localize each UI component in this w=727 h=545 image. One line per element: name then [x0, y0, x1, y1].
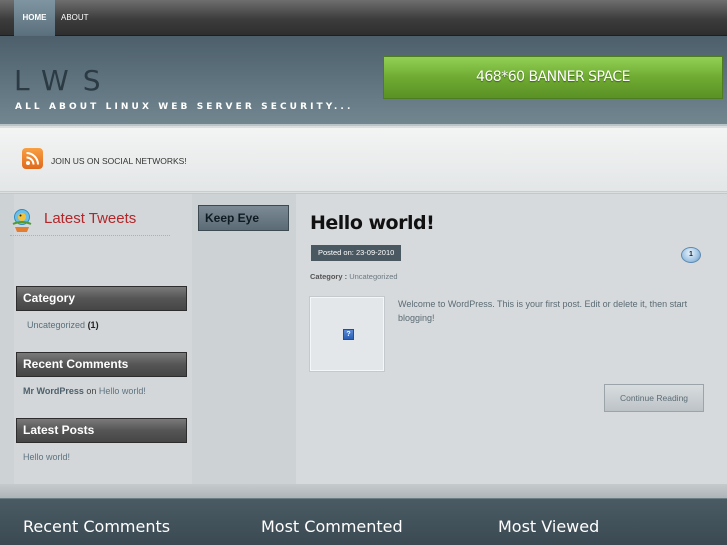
comment-author-link[interactable]: Mr WordPress: [23, 386, 84, 396]
post-category-link[interactable]: Uncategorized: [349, 272, 397, 281]
nav-about-link[interactable]: ABOUT: [61, 0, 89, 36]
footer-recent-comments-heading: Recent Comments: [23, 517, 171, 536]
site-logo[interactable]: LWS: [14, 64, 115, 97]
post-category-label: Category :: [310, 272, 348, 281]
comment-post-link[interactable]: Hello world!: [99, 386, 146, 396]
latest-posts-list: Hello world!: [16, 452, 187, 462]
latest-post-link[interactable]: Hello world!: [23, 452, 70, 462]
category-link[interactable]: Uncategorized: [27, 320, 85, 330]
site-footer: Recent Comments Most Commented Most View…: [0, 498, 727, 545]
keep-eye-heading: Keep Eye: [198, 205, 289, 231]
post-thumbnail[interactable]: ?: [310, 297, 384, 371]
comment-count-bubble[interactable]: 1: [681, 247, 701, 263]
banner-ad-space[interactable]: 468*60 BANNER SPACE: [383, 56, 723, 99]
social-bar: JOIN US ON SOCIAL NETWORKS!: [0, 128, 727, 192]
continue-reading-button[interactable]: Continue Reading: [604, 384, 704, 412]
footer-divider: [0, 484, 727, 498]
posted-on-badge: Posted on: 23-09-2010: [311, 245, 402, 261]
footer-most-viewed-heading: Most Viewed: [498, 517, 600, 536]
category-count: (1): [87, 320, 99, 330]
content-area: Latest Tweets Keep Eye Category Uncatego…: [0, 193, 727, 485]
recent-comments-widget-title: Recent Comments: [16, 352, 187, 377]
post-excerpt: Welcome to WordPress. This is your first…: [398, 299, 688, 323]
social-networks-text: JOIN US ON SOCIAL NETWORKS!: [51, 156, 187, 166]
category-list: Uncategorized (1): [16, 320, 187, 340]
category-widget-title: Category: [16, 286, 187, 311]
nav-home-link[interactable]: HOME: [14, 0, 55, 36]
rss-icon[interactable]: [22, 148, 43, 169]
footer-most-commented-heading: Most Commented: [261, 517, 403, 536]
recent-comments-list: Mr WordPress on Hello world!: [16, 386, 187, 396]
site-header: LWS ALL ABOUT LINUX WEB SERVER SECURITY.…: [0, 36, 727, 126]
comment-on-text: on: [86, 386, 97, 396]
main-post-column: Hello world! Posted on: 23-09-2010 1 Cat…: [296, 194, 727, 485]
site-tagline: ALL ABOUT LINUX WEB SERVER SECURITY...: [15, 102, 354, 112]
twitter-bird-icon: [10, 208, 34, 234]
latest-tweets-title: Latest Tweets: [44, 210, 137, 227]
top-navigation: HOME ABOUT: [0, 0, 727, 36]
latest-tweets-heading: Latest Tweets: [10, 208, 170, 236]
missing-image-icon: ?: [343, 329, 354, 340]
latest-posts-widget-title: Latest Posts: [16, 418, 187, 443]
post-title[interactable]: Hello world!: [310, 212, 435, 234]
post-category-line: Category : Uncategorized: [310, 272, 398, 281]
